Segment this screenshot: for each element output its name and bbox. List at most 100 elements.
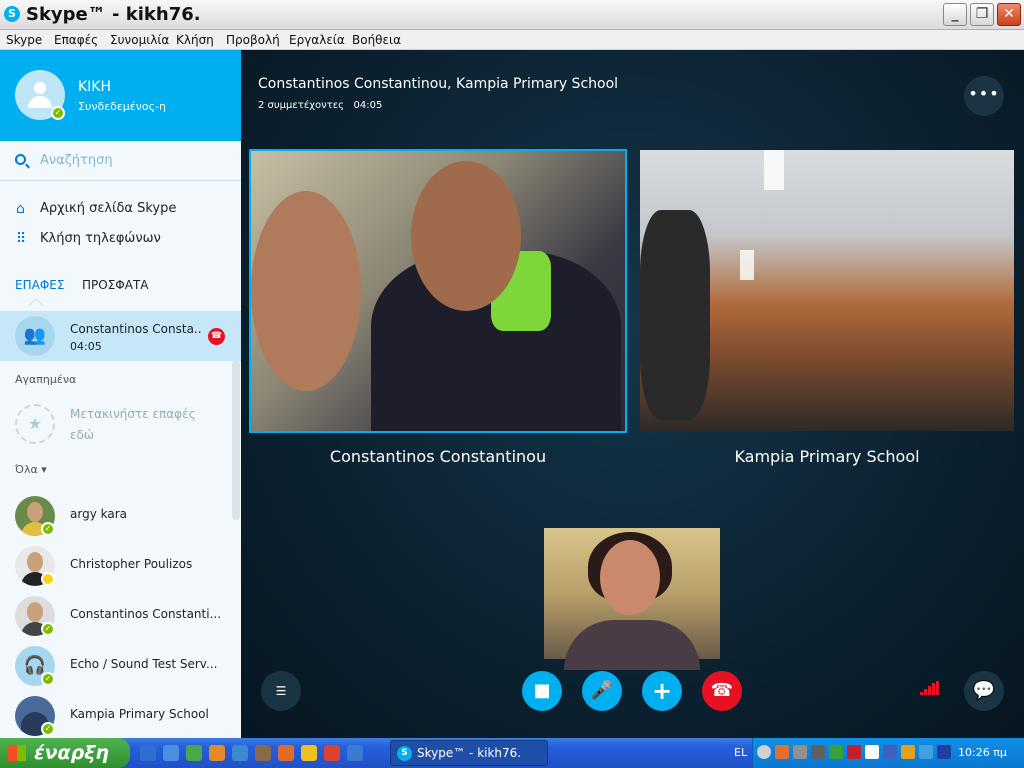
menu-tools[interactable]: Εργαλεία (289, 33, 345, 47)
online-status-icon: ✓ (41, 672, 55, 686)
tray-network-icon[interactable] (793, 745, 807, 759)
tray-app-icon[interactable] (883, 745, 897, 759)
contact-name: Christopher Poulizos (70, 557, 193, 571)
sidebar: ✓ ΚΙΚΗ Συνδεδεμένος-η Αναζήτηση ⌂ Αρχική… (0, 50, 241, 738)
folder-icon[interactable] (209, 745, 225, 761)
profile-status[interactable]: Συνδεδεμένος-η (78, 100, 166, 113)
star-icon: ★ (15, 404, 55, 444)
menu-bar: Skype Επαφές Συνομιλία Κλήση Προβολή Εργ… (0, 30, 1024, 50)
contact-name: Echo / Sound Test Serv... (70, 657, 218, 671)
favorites-header: Αγαπημένα (15, 373, 77, 386)
clock[interactable]: 10:26 πμ (958, 746, 1007, 759)
taskbar: έναρξη S Skype™ - kikh76. EL 10:26 πμ (0, 738, 1024, 768)
contact-name: argy kara (70, 507, 127, 521)
menu-help[interactable]: Βοήθεια (352, 33, 401, 47)
participant-list-button[interactable]: ☰ (261, 671, 301, 711)
microphone-button[interactable]: 🎤 (582, 671, 622, 711)
media-player-icon[interactable] (163, 745, 179, 761)
utorrent-icon[interactable] (186, 745, 202, 761)
start-button[interactable]: έναρξη (0, 738, 130, 768)
active-call-name: Constantinos Consta... (70, 322, 202, 336)
hangup-badge-icon[interactable]: ☎ (208, 328, 225, 345)
tray-security-icon[interactable] (829, 745, 843, 759)
contact-item[interactable]: ✓ Kampia Primary School (0, 691, 241, 738)
window-title-bar[interactable]: S Skype™ - kikh76. _ ❐ ✕ (0, 0, 1024, 30)
tray-panda-icon[interactable] (865, 745, 879, 759)
maximize-button[interactable]: ❐ (970, 3, 994, 26)
tray-app-icon[interactable] (901, 745, 915, 759)
active-call-time: 04:05 (70, 340, 102, 353)
all-contacts-filter[interactable]: Όλα ▾ (15, 463, 47, 476)
nav-home-label: Αρχική σελίδα Skype (40, 201, 177, 216)
window-title: Skype™ - kikh76. (26, 4, 201, 25)
video-feed-1[interactable] (249, 149, 627, 433)
group-icon: 👥 (15, 316, 55, 356)
skype-icon: S (397, 746, 412, 761)
menu-view[interactable]: Προβολή (226, 33, 280, 47)
contact-item[interactable]: Christopher Poulizos (0, 541, 241, 591)
ie-icon[interactable] (140, 745, 156, 761)
favorites-hint: Μετακινήστε επαφές εδώ (70, 407, 196, 442)
tray-app-icon[interactable] (919, 745, 933, 759)
nav-call-phones[interactable]: ⠿ Κλήση τηλεφώνων (0, 225, 241, 253)
firefox-icon[interactable] (278, 745, 294, 761)
clock-app-icon[interactable] (301, 745, 317, 761)
contact-item[interactable]: ✓ argy kara (0, 491, 241, 541)
profile-name: ΚΙΚΗ (78, 79, 112, 95)
active-call-item[interactable]: 👥 Constantinos Consta... 04:05 ☎ (0, 311, 241, 361)
tray-shield-icon[interactable] (847, 745, 861, 759)
close-button[interactable]: ✕ (997, 3, 1021, 26)
menu-call[interactable]: Κλήση (176, 33, 214, 47)
shortcut-icon[interactable] (232, 745, 248, 761)
avatar[interactable]: ✓ (15, 70, 65, 120)
minimize-button[interactable]: _ (943, 3, 967, 26)
participant-count: 2 συμμετέχοντες (258, 100, 344, 111)
self-video-preview[interactable] (544, 528, 720, 670)
search-input[interactable]: Αναζήτηση (40, 153, 113, 168)
app-icon[interactable] (347, 745, 363, 761)
more-options-button[interactable]: ••• (964, 76, 1004, 116)
language-indicator[interactable]: EL (734, 746, 747, 759)
profile-header[interactable]: ✓ ΚΙΚΗ Συνδεδεμένος-η (0, 50, 241, 141)
call-subtitle: 2 συμμετέχοντες 04:05 (258, 100, 382, 111)
windows-logo-icon (8, 745, 26, 761)
contact-item[interactable]: 🎧 ✓ Echo / Sound Test Serv... (0, 641, 241, 691)
tray-app-icon[interactable] (775, 745, 789, 759)
video-name-2: Kampia Primary School (734, 447, 920, 466)
tray-expand-icon[interactable] (757, 745, 771, 759)
app-icon[interactable] (255, 745, 271, 761)
search-icon (15, 154, 26, 165)
tray-app-icon[interactable] (937, 745, 951, 759)
menu-skype[interactable]: Skype (6, 33, 42, 47)
nav-call-phones-label: Κλήση τηλεφώνων (40, 231, 161, 246)
contact-item[interactable]: ✓ Constantinos Constanti... (0, 591, 241, 641)
contact-name: Kampia Primary School (70, 707, 209, 721)
start-label: έναρξη (34, 742, 109, 764)
away-status-icon (41, 572, 55, 586)
contact-name: Constantinos Constanti... (70, 607, 220, 621)
nav-home[interactable]: ⌂ Αρχική σελίδα Skype (0, 195, 241, 223)
call-title: Constantinos Constantinou, Kampia Primar… (258, 76, 619, 92)
chat-button[interactable]: 💬 (964, 671, 1004, 711)
online-status-icon: ✓ (41, 522, 55, 536)
video-name-1: Constantinos Constantinou (329, 447, 547, 466)
video-toggle-button[interactable]: ■ (522, 671, 562, 711)
online-status-icon: ✓ (51, 106, 65, 120)
taskbar-skype-window[interactable]: S Skype™ - kikh76. (390, 740, 548, 766)
contact-tabs: ΕΠΑΦΕΣ ΠΡΟΣΦΑΤΑ (0, 278, 241, 313)
search-box[interactable]: Αναζήτηση (0, 141, 241, 181)
video-feed-2[interactable] (640, 150, 1014, 431)
signal-strength-icon[interactable] (920, 681, 942, 695)
call-view: Constantinos Constantinou, Kampia Primar… (241, 50, 1024, 738)
taskbar-window-label: Skype™ - kikh76. (417, 746, 522, 760)
hangup-button[interactable]: ☎ (702, 671, 742, 711)
skype-icon: S (4, 6, 20, 22)
menu-contacts[interactable]: Επαφές (54, 33, 98, 47)
add-button[interactable]: + (642, 671, 682, 711)
menu-conversation[interactable]: Συνομιλία (110, 33, 169, 47)
tab-contacts[interactable]: ΕΠΑΦΕΣ (15, 278, 64, 292)
chrome-icon[interactable] (324, 745, 340, 761)
tab-recent[interactable]: ΠΡΟΣΦΑΤΑ (82, 278, 148, 292)
tray-display-icon[interactable] (811, 745, 825, 759)
home-icon: ⌂ (16, 201, 25, 217)
